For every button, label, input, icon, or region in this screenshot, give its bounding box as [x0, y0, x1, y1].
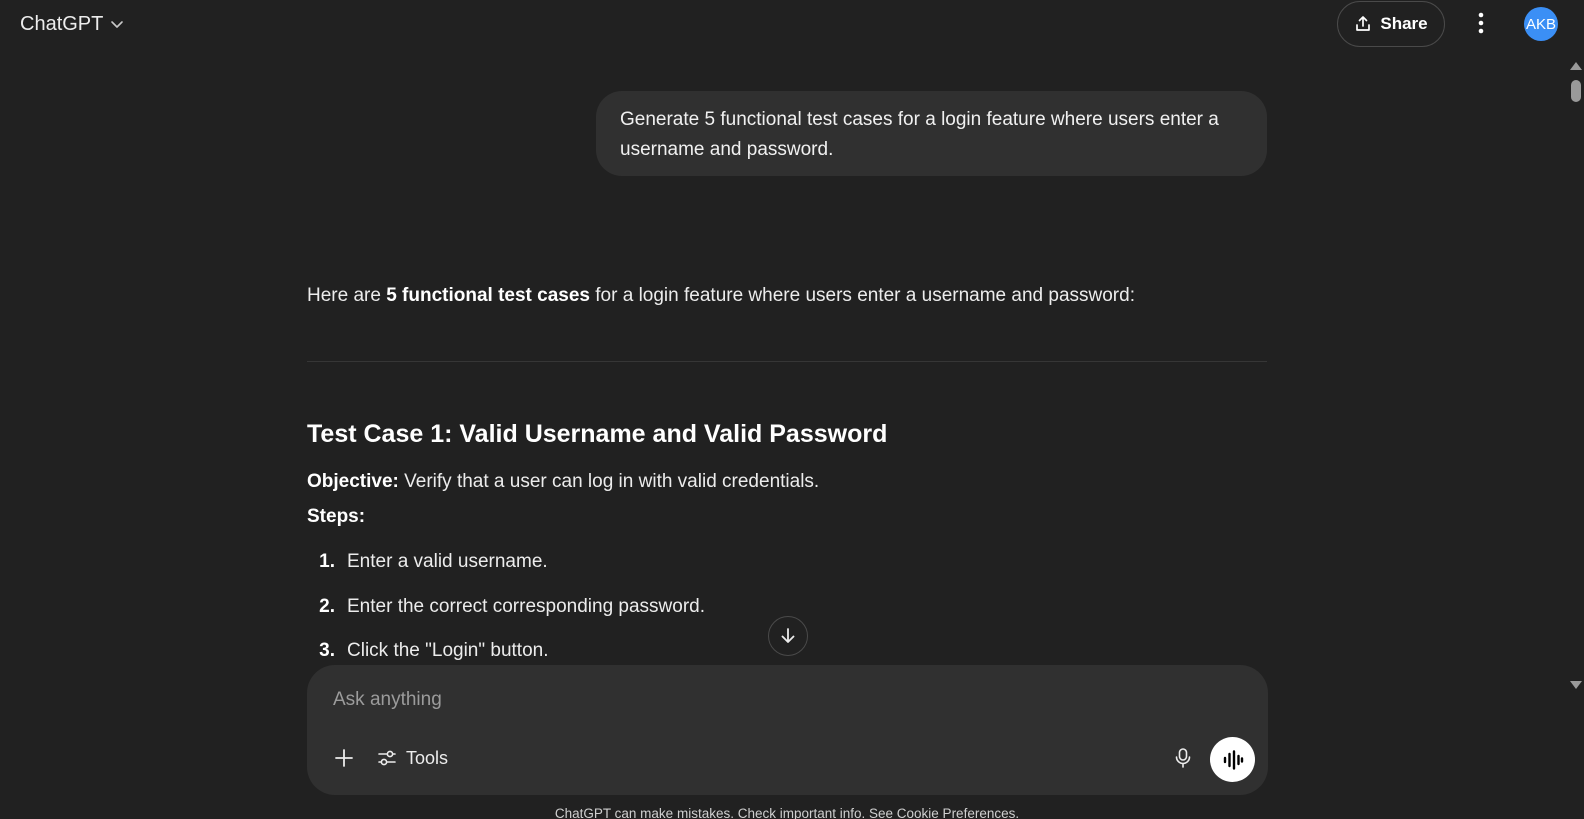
scrollbar-thumb[interactable]: [1571, 80, 1581, 102]
objective-label: Objective:: [307, 471, 399, 492]
assistant-message: Here are 5 functional test cases for a l…: [307, 280, 1267, 312]
assistant-intro: Here are 5 functional test cases for a l…: [307, 280, 1267, 312]
intro-bold: 5 functional test cases: [386, 285, 590, 306]
attach-button[interactable]: [327, 741, 361, 775]
user-message-text: Generate 5 functional test cases for a l…: [620, 109, 1219, 160]
intro-prefix: Here are: [307, 285, 387, 306]
scroll-up-arrow[interactable]: [1570, 62, 1582, 70]
voice-mode-button[interactable]: [1210, 737, 1255, 782]
share-icon: [1356, 16, 1371, 31]
user-avatar[interactable]: AKB: [1524, 7, 1558, 41]
arrow-down-icon: [781, 628, 795, 643]
more-vertical-icon: [1478, 12, 1484, 34]
prompt-input[interactable]: [333, 683, 1213, 717]
test-case-heading: Test Case 1: Valid Username and Valid Pa…: [307, 417, 887, 451]
list-item: 1. Enter a valid username.: [307, 547, 548, 577]
sliders-icon: [378, 750, 396, 766]
model-selector[interactable]: ChatGPT: [12, 8, 133, 40]
user-message-bubble: Generate 5 functional test cases for a l…: [596, 91, 1267, 176]
share-label: Share: [1380, 14, 1428, 33]
plus-icon: [335, 749, 353, 767]
more-options-button[interactable]: [1466, 8, 1496, 38]
step-text: Enter a valid username.: [347, 551, 548, 572]
list-item: 2. Enter the correct corresponding passw…: [307, 592, 705, 622]
test-case-name: Valid Username and Valid Password: [452, 420, 888, 448]
voice-waveform-icon: [1223, 749, 1243, 770]
intro-suffix: for a login feature where users enter a …: [590, 285, 1135, 306]
step-number: 1.: [319, 551, 335, 572]
objective-line: Objective: Verify that a user can log in…: [307, 467, 819, 497]
scroll-to-bottom-button[interactable]: [768, 616, 808, 656]
tools-button[interactable]: Tools: [373, 741, 452, 775]
dictate-button[interactable]: [1166, 741, 1200, 775]
avatar-initials: AKB: [1525, 15, 1556, 33]
step-text: Click the "Login" button.: [347, 640, 549, 661]
divider: [307, 361, 1267, 362]
microphone-icon: [1175, 748, 1191, 768]
objective-text: Verify that a user can log in with valid…: [398, 471, 820, 492]
top-bar: ChatGPT Share AKB: [0, 0, 1584, 48]
step-number: 3.: [319, 640, 335, 661]
list-item: 3. Click the "Login" button.: [307, 636, 549, 666]
scroll-down-arrow[interactable]: [1570, 681, 1582, 689]
test-case-number: Test Case 1:: [307, 420, 453, 448]
chevron-down-icon: [111, 21, 124, 28]
step-text: Enter the correct corresponding password…: [347, 596, 706, 617]
composer: Tools: [307, 665, 1268, 795]
tools-label: Tools: [406, 747, 449, 768]
step-number: 2.: [319, 596, 335, 617]
model-name: ChatGPT: [20, 12, 104, 35]
steps-label: Steps:: [307, 506, 366, 527]
disclaimer-text: ChatGPT can make mistakes. Check importa…: [554, 806, 1020, 819]
share-button[interactable]: Share: [1337, 1, 1445, 47]
